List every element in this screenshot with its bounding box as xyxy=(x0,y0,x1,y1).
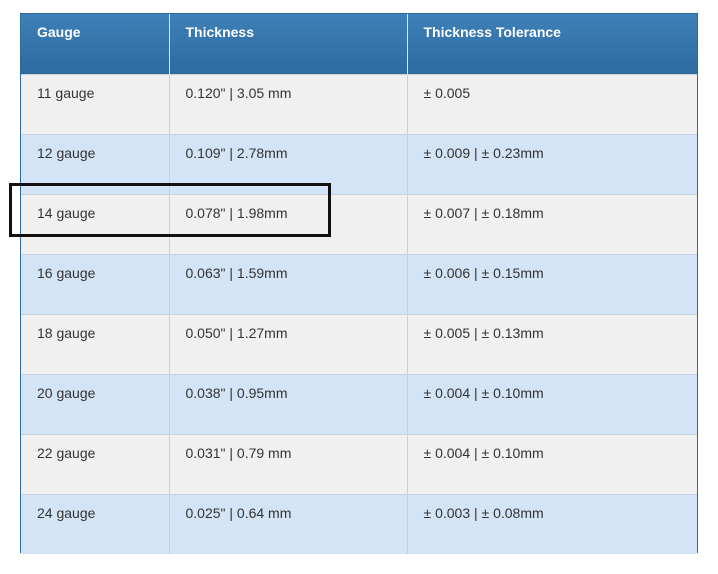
header-row: Gauge Thickness Thickness Tolerance xyxy=(21,14,697,74)
table-row: 20 gauge 0.038" | 0.95mm ± 0.004 | ± 0.1… xyxy=(21,373,697,434)
table-row: 16 gauge 0.063" | 1.59mm ± 0.006 | ± 0.1… xyxy=(21,253,697,314)
tolerance-cell: ± 0.009 | ± 0.23mm xyxy=(407,133,697,194)
thickness-cell: 0.120" | 3.05 mm xyxy=(169,73,408,134)
thickness-cell: 0.063" | 1.59mm xyxy=(169,253,408,314)
thickness-cell: 0.109" | 2.78mm xyxy=(169,133,408,194)
thickness-cell: 0.031" | 0.79 mm xyxy=(169,433,408,494)
gauge-cell: 20 gauge xyxy=(21,373,170,434)
gauge-cell: 14 gauge xyxy=(21,193,170,254)
gauge-cell: 11 gauge xyxy=(21,73,170,134)
header-thickness: Thickness xyxy=(169,14,408,74)
gauge-cell: 22 gauge xyxy=(21,433,170,494)
header-gauge: Gauge xyxy=(21,14,170,74)
tolerance-cell: ± 0.006 | ± 0.15mm xyxy=(407,253,697,314)
table-row-highlighted: 14 gauge 0.078" | 1.98mm ± 0.007 | ± 0.1… xyxy=(21,193,697,254)
tolerance-cell: ± 0.003 | ± 0.08mm xyxy=(407,493,697,554)
table-body: 11 gauge 0.120" | 3.05 mm ± 0.005 12 gau… xyxy=(21,73,697,554)
gauge-thickness-table: Gauge Thickness Thickness Tolerance 11 g… xyxy=(21,14,697,554)
tolerance-cell: ± 0.005 xyxy=(407,73,697,134)
table-row: 18 gauge 0.050" | 1.27mm ± 0.005 | ± 0.1… xyxy=(21,313,697,374)
tolerance-cell: ± 0.004 | ± 0.10mm xyxy=(407,433,697,494)
thickness-cell: 0.078" | 1.98mm xyxy=(169,193,408,254)
table-row: 22 gauge 0.031" | 0.79 mm ± 0.004 | ± 0.… xyxy=(21,433,697,494)
gauge-cell: 12 gauge xyxy=(21,133,170,194)
thickness-cell: 0.038" | 0.95mm xyxy=(169,373,408,434)
table-row: 11 gauge 0.120" | 3.05 mm ± 0.005 xyxy=(21,73,697,134)
header-thickness-tolerance: Thickness Tolerance xyxy=(407,14,697,74)
tolerance-cell: ± 0.004 | ± 0.10mm xyxy=(407,373,697,434)
tolerance-cell: ± 0.007 | ± 0.18mm xyxy=(407,193,697,254)
gauge-cell: 16 gauge xyxy=(21,253,170,314)
tolerance-cell: ± 0.005 | ± 0.13mm xyxy=(407,313,697,374)
gauge-thickness-table-container: Gauge Thickness Thickness Tolerance 11 g… xyxy=(20,13,698,554)
table-row: 12 gauge 0.109" | 2.78mm ± 0.009 | ± 0.2… xyxy=(21,133,697,194)
thickness-cell: 0.025" | 0.64 mm xyxy=(169,493,408,554)
gauge-cell: 18 gauge xyxy=(21,313,170,374)
table-row: 24 gauge 0.025" | 0.64 mm ± 0.003 | ± 0.… xyxy=(21,493,697,554)
gauge-cell: 24 gauge xyxy=(21,493,170,554)
thickness-cell: 0.050" | 1.27mm xyxy=(169,313,408,374)
table-header: Gauge Thickness Thickness Tolerance xyxy=(21,14,697,74)
